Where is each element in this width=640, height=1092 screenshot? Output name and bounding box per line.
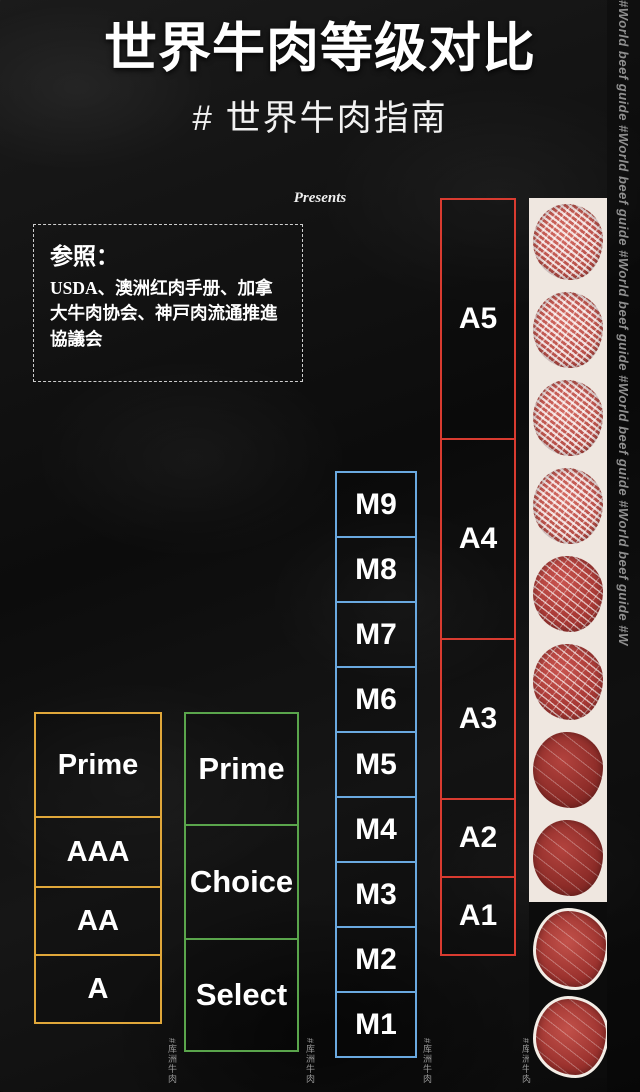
grade-cell-aus-m4[interactable]: M4 <box>335 796 417 863</box>
grade-cell-japan-a4[interactable]: A4 <box>440 438 516 640</box>
steak-icon <box>533 204 603 280</box>
column-country-label-canada: #库洲牛肉 <box>167 1038 177 1085</box>
poster-background: 世界牛肉等级对比 # 世界牛肉指南 Presents 参照： USDA、澳洲红肉… <box>0 0 640 1092</box>
steak-icon <box>533 996 607 1078</box>
steak-slice-a1-outline <box>529 990 607 1078</box>
grade-cell-canada-a[interactable]: A <box>34 954 162 1024</box>
page-subtitle: # 世界牛肉指南 <box>192 99 448 138</box>
steak-icon <box>533 644 603 720</box>
grade-cell-canada-aa[interactable]: AA <box>34 886 162 956</box>
grade-cell-aus-m5[interactable]: M5 <box>335 731 417 798</box>
steak-icon <box>533 732 603 808</box>
watermark-text: #World beef guide #World beef guide #Wor… <box>607 0 640 1092</box>
column-country-label-australia: #库洲牛肉 <box>422 1038 432 1085</box>
steak-slice-a4-lower <box>529 638 607 726</box>
grade-cell-japan-a3[interactable]: A3 <box>440 638 516 800</box>
grade-cell-aus-m3[interactable]: M3 <box>335 861 417 928</box>
grade-cell-aus-m6[interactable]: M6 <box>335 666 417 733</box>
grade-cell-usda-choice[interactable]: Choice <box>184 824 299 940</box>
grade-cell-aus-m8[interactable]: M8 <box>335 536 417 603</box>
steak-slice-a3-upper <box>529 726 607 814</box>
grade-column-usda: Prime Choice Select <box>184 712 299 1052</box>
steak-slice-a5-upper <box>529 286 607 374</box>
steak-icon <box>533 380 603 456</box>
reference-box: 参照： USDA、澳洲红肉手册、加拿大牛肉协会、神戸肉流通推進協議会 <box>33 224 303 382</box>
grade-cell-aus-m1[interactable]: M1 <box>335 991 417 1058</box>
grade-column-japan: A5 A4 A3 A2 A1 <box>440 198 516 956</box>
grade-cell-usda-select[interactable]: Select <box>184 938 299 1052</box>
steak-icon <box>533 292 603 368</box>
grade-cell-canada-prime[interactable]: Prime <box>34 712 162 818</box>
grade-cell-usda-prime[interactable]: Prime <box>184 712 299 826</box>
page-title: 世界牛肉等级对比 <box>104 19 536 78</box>
grade-cell-japan-a2[interactable]: A2 <box>440 798 516 878</box>
grade-column-australia: M9 M8 M7 M6 M5 M4 M3 M2 M1 <box>335 471 417 1058</box>
grade-cell-canada-aaa[interactable]: AAA <box>34 816 162 888</box>
column-country-label-usda: #库洲牛肉 <box>305 1038 315 1085</box>
steak-slice-a5-mid <box>529 374 607 462</box>
steak-icon <box>533 908 607 990</box>
marbling-photo-strip <box>529 198 607 1092</box>
grade-cell-japan-a1[interactable]: A1 <box>440 876 516 956</box>
grade-cell-aus-m7[interactable]: M7 <box>335 601 417 668</box>
steak-slice-a5-top <box>529 198 607 286</box>
steak-icon <box>533 556 603 632</box>
grade-cell-aus-m2[interactable]: M2 <box>335 926 417 993</box>
steak-slice-a4-upper <box>529 550 607 638</box>
reference-label: 参照： <box>50 244 119 269</box>
steak-icon <box>533 820 603 896</box>
steak-icon <box>533 468 603 544</box>
reference-body: USDA、澳洲红肉手册、加拿大牛肉协会、神戸肉流通推進協議会 <box>50 277 278 349</box>
steak-slice-a3-lower <box>529 814 607 902</box>
grade-cell-aus-m9[interactable]: M9 <box>335 471 417 538</box>
steak-slice-a2-outline <box>529 902 607 990</box>
grade-column-canada: Prime AAA AA A <box>34 712 162 1024</box>
steak-slice-a5-lower <box>529 462 607 550</box>
grade-cell-japan-a5[interactable]: A5 <box>440 198 516 440</box>
